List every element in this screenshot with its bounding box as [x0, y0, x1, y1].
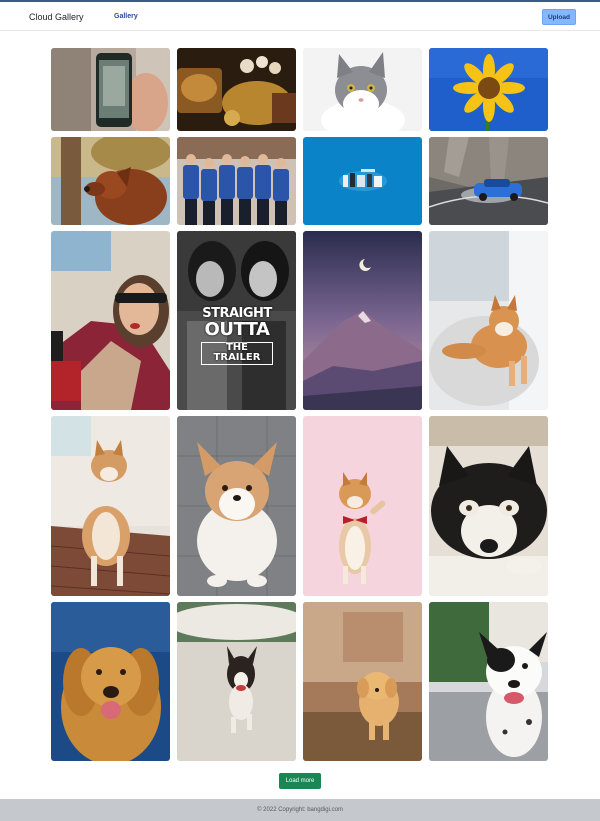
photo-tile-husky[interactable]: [429, 416, 548, 596]
photo-tile-shiba-rug[interactable]: [429, 231, 548, 410]
photo-tile-movie-poster[interactable]: STRAIGHT OUTTA THE TRAILER: [177, 231, 296, 410]
photo-tile-team[interactable]: [177, 137, 296, 225]
photo-tile-bw-dog[interactable]: [429, 602, 548, 761]
poster-title: STRAIGHT OUTTA THE TRAILER: [201, 307, 273, 365]
photo-tile-mountain-moon[interactable]: [303, 231, 422, 410]
navbar: Cloud Gallery Gallery Upload: [0, 0, 600, 31]
photo-tile-shiba-bench[interactable]: [51, 416, 170, 596]
photo-tile-car[interactable]: [429, 137, 548, 225]
photo-tile-corgi[interactable]: [177, 416, 296, 596]
poster-line-3: THE TRAILER: [201, 341, 273, 365]
upload-button[interactable]: Upload: [542, 9, 576, 25]
photo-tile-cat[interactable]: [303, 48, 422, 131]
photo-tile-phone[interactable]: [51, 48, 170, 131]
photo-grid: STRAIGHT OUTTA THE TRAILER: [51, 48, 550, 761]
photo-tile-blue-banner[interactable]: [303, 137, 422, 225]
photo-tile-woman-sunglasses[interactable]: [51, 231, 170, 410]
brand-name[interactable]: Cloud Gallery: [29, 12, 84, 22]
photo-tile-running-puppy[interactable]: [177, 602, 296, 761]
photo-tile-golden-retriever[interactable]: [51, 602, 170, 761]
poster-line-2: OUTTA: [204, 318, 270, 340]
photo-tile-golden-puppy[interactable]: [303, 602, 422, 761]
copyright-text: © 2022 Copyright: bangdigi.com: [257, 807, 343, 813]
photo-tile-brown-dog[interactable]: [51, 137, 170, 225]
photo-tile-shiba-bowtie[interactable]: [303, 416, 422, 596]
nav-link-gallery[interactable]: Gallery: [114, 13, 138, 20]
photo-tile-jewelry[interactable]: [177, 48, 296, 131]
footer: © 2022 Copyright: bangdigi.com: [0, 799, 600, 821]
photo-tile-sunflower[interactable]: [429, 48, 548, 131]
load-more-button[interactable]: Load more: [279, 773, 321, 789]
